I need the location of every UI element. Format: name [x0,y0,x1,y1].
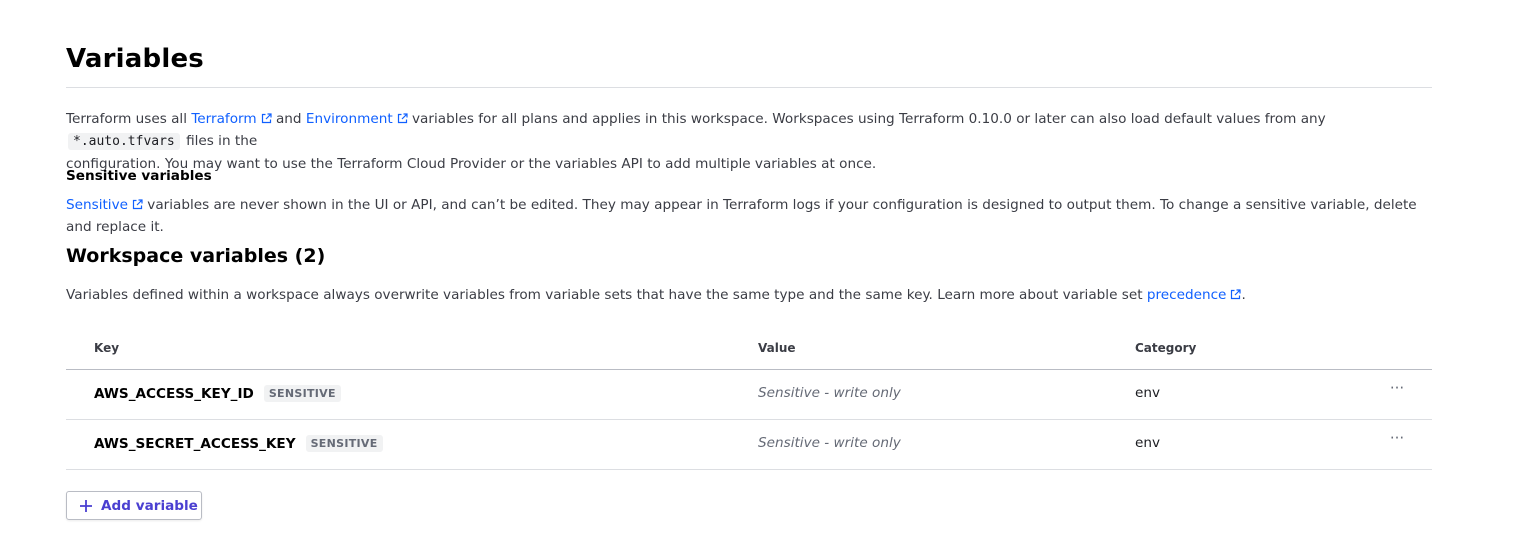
environment-variables-link[interactable]: Environment [306,111,408,127]
variable-category: env [1135,435,1161,451]
add-variable-label: Add variable [101,498,198,514]
sensitive-paragraph: Sensitive variables are never shown in t… [66,194,1432,238]
variables-page: Variables Terraform uses all Terraform a… [0,0,1518,545]
external-link-icon [1231,289,1242,300]
external-link-icon [132,199,143,210]
variable-category: env [1135,385,1161,401]
plus-icon [80,500,92,512]
terraform-variables-link[interactable]: Terraform [191,111,272,127]
intro-text: variables for all plans and applies in t… [407,111,1326,127]
variable-value: Sensitive - write only [758,435,901,451]
sensitive-link-label: Sensitive [66,197,128,213]
column-header-key: Key [94,341,120,355]
more-horizontal-icon[interactable]: ··· [1386,429,1408,451]
workspace-variables-description: Variables defined within a workspace alw… [66,284,1432,306]
variable-key: AWS_ACCESS_KEY_ID [94,386,254,402]
workspace-text: Variables defined within a workspace alw… [66,287,1147,303]
workspace-text: . [1241,287,1246,303]
intro-text: and [271,111,306,127]
sensitive-heading: Sensitive variables [66,168,212,184]
external-link-icon [261,113,272,124]
variable-value: Sensitive - write only [758,385,901,401]
external-link-icon [397,113,408,124]
intro-paragraph: Terraform uses all Terraform and Environ… [66,108,1432,175]
auto-tfvars-code: *.auto.tfvars [68,133,180,150]
table-row: AWS_SECRET_ACCESS_KEY SENSITIVE Sensitive… [66,420,1432,470]
precedence-link-label: precedence [1146,287,1227,303]
variable-key: AWS_SECRET_ACCESS_KEY [94,436,296,452]
column-header-value: Value [758,341,796,355]
sensitive-badge: SENSITIVE [305,435,383,452]
row-divider [66,469,1432,470]
more-horizontal-icon[interactable]: ··· [1386,379,1408,401]
sensitive-docs-link[interactable]: Sensitive [66,197,143,213]
variable-key-cell: AWS_ACCESS_KEY_ID SENSITIVE [94,385,341,402]
sensitive-text: variables are never shown in the UI or A… [66,197,1417,235]
page-title: Variables [66,44,204,74]
intro-text: files in the [181,133,258,149]
intro-text: Terraform uses all [66,111,192,127]
column-header-category: Category [1135,341,1197,355]
add-variable-button[interactable]: Add variable [66,491,202,520]
precedence-link[interactable]: precedence [1147,287,1242,303]
sensitive-badge: SENSITIVE [263,385,341,402]
terraform-link-label: Terraform [191,111,257,127]
variable-key-cell: AWS_SECRET_ACCESS_KEY SENSITIVE [94,435,383,452]
workspace-variables-heading: Workspace variables (2) [66,245,326,267]
table-row: AWS_ACCESS_KEY_ID SENSITIVE Sensitive - w… [66,370,1432,420]
environment-link-label: Environment [305,111,393,127]
title-divider [66,87,1432,88]
